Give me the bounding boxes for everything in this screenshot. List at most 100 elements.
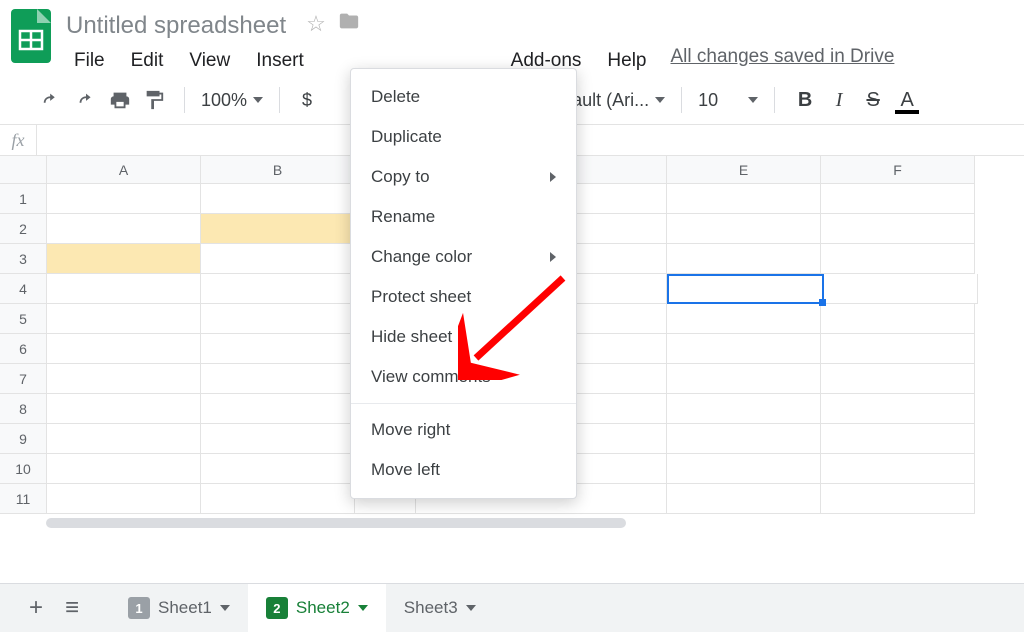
row-header[interactable]: 3 [0, 244, 47, 274]
row-header[interactable]: 5 [0, 304, 47, 334]
cell[interactable] [667, 214, 821, 244]
cell[interactable] [667, 454, 821, 484]
row-header[interactable]: 8 [0, 394, 47, 424]
cell[interactable] [821, 424, 975, 454]
column-header[interactable]: A [47, 156, 201, 184]
cell[interactable] [201, 304, 355, 334]
row-header[interactable]: 7 [0, 364, 47, 394]
cell[interactable] [821, 454, 975, 484]
menu-change-color[interactable]: Change color [351, 237, 576, 277]
cell[interactable] [824, 274, 978, 304]
menu-edit[interactable]: Edit [119, 46, 176, 76]
caret-down-icon[interactable] [358, 605, 368, 611]
cell[interactable] [47, 334, 201, 364]
all-sheets-button[interactable]: ≡ [54, 590, 90, 626]
row-header[interactable]: 6 [0, 334, 47, 364]
paint-format-icon[interactable] [140, 86, 168, 114]
cell[interactable] [667, 364, 821, 394]
currency-format[interactable]: $ [296, 90, 318, 111]
cell[interactable] [47, 364, 201, 394]
cell[interactable] [201, 454, 355, 484]
horizontal-scrollbar[interactable] [0, 516, 1024, 530]
cell[interactable] [821, 244, 975, 274]
menu-file[interactable]: File [62, 46, 117, 76]
menu-rename[interactable]: Rename [351, 197, 576, 237]
column-header[interactable]: B [201, 156, 355, 184]
folder-icon[interactable] [338, 10, 360, 38]
cell[interactable] [667, 304, 821, 334]
cell[interactable] [821, 334, 975, 364]
cell[interactable] [667, 244, 821, 274]
menu-view-comments[interactable]: View comments [351, 357, 576, 397]
cell[interactable] [201, 184, 355, 214]
zoom-selector[interactable]: 100% [201, 90, 263, 111]
strikethrough-button[interactable]: S [859, 89, 887, 112]
cell[interactable] [47, 244, 201, 274]
cell[interactable] [821, 304, 975, 334]
separator [184, 87, 185, 113]
row-header[interactable]: 4 [0, 274, 47, 304]
caret-down-icon[interactable] [220, 605, 230, 611]
menu-protect-sheet[interactable]: Protect sheet [351, 277, 576, 317]
select-all-corner[interactable] [0, 156, 47, 184]
row-header[interactable]: 10 [0, 454, 47, 484]
row-header[interactable]: 2 [0, 214, 47, 244]
menu-delete[interactable]: Delete [351, 77, 576, 117]
menu-copy-to[interactable]: Copy to [351, 157, 576, 197]
cell[interactable] [47, 394, 201, 424]
cell[interactable] [47, 424, 201, 454]
cell[interactable] [201, 364, 355, 394]
cell[interactable] [821, 364, 975, 394]
cell[interactable] [47, 214, 201, 244]
font-size-selector[interactable]: 10 [698, 90, 758, 111]
redo-icon[interactable] [72, 86, 100, 114]
cell[interactable] [201, 244, 355, 274]
cell[interactable] [821, 214, 975, 244]
row-header[interactable]: 1 [0, 184, 47, 214]
cell[interactable] [47, 304, 201, 334]
tab-sheet2[interactable]: 2 Sheet2 [248, 584, 386, 632]
menu-move-left[interactable]: Move left [351, 450, 576, 490]
menu-move-right[interactable]: Move right [351, 410, 576, 450]
bold-button[interactable]: B [791, 89, 819, 112]
cell[interactable] [667, 424, 821, 454]
document-title[interactable]: Untitled spreadsheet [66, 12, 286, 40]
cell[interactable] [201, 214, 355, 244]
add-sheet-button[interactable]: + [18, 590, 54, 626]
cell-active[interactable] [667, 274, 824, 304]
menu-view[interactable]: View [177, 46, 242, 76]
cell[interactable] [47, 184, 201, 214]
cell[interactable] [821, 484, 975, 514]
cell[interactable] [201, 484, 355, 514]
cell[interactable] [667, 184, 821, 214]
cell[interactable] [47, 274, 201, 304]
star-icon[interactable]: ☆ [306, 11, 326, 37]
cell[interactable] [667, 484, 821, 514]
italic-button[interactable]: I [825, 89, 853, 112]
caret-down-icon[interactable] [466, 605, 476, 611]
tab-sheet3[interactable]: Sheet3 [386, 584, 494, 632]
cell[interactable] [201, 334, 355, 364]
column-header[interactable]: E [667, 156, 821, 184]
text-color-button[interactable]: A [893, 89, 921, 112]
print-icon[interactable] [106, 86, 134, 114]
cell[interactable] [201, 274, 355, 304]
undo-icon[interactable] [38, 86, 66, 114]
column-header[interactable]: F [821, 156, 975, 184]
menu-insert[interactable]: Insert [244, 46, 316, 76]
cell[interactable] [201, 424, 355, 454]
cell[interactable] [667, 334, 821, 364]
cell[interactable] [821, 184, 975, 214]
cell[interactable] [667, 394, 821, 424]
cell[interactable] [201, 394, 355, 424]
menu-help[interactable]: Help [595, 46, 658, 76]
menu-duplicate[interactable]: Duplicate [351, 117, 576, 157]
tab-sheet1[interactable]: 1 Sheet1 [110, 584, 248, 632]
cell[interactable] [47, 484, 201, 514]
cell[interactable] [47, 454, 201, 484]
row-header[interactable]: 9 [0, 424, 47, 454]
cell[interactable] [821, 394, 975, 424]
row-header[interactable]: 11 [0, 484, 47, 514]
save-status[interactable]: All changes saved in Drive [671, 46, 895, 76]
menu-hide-sheet[interactable]: Hide sheet [351, 317, 576, 357]
